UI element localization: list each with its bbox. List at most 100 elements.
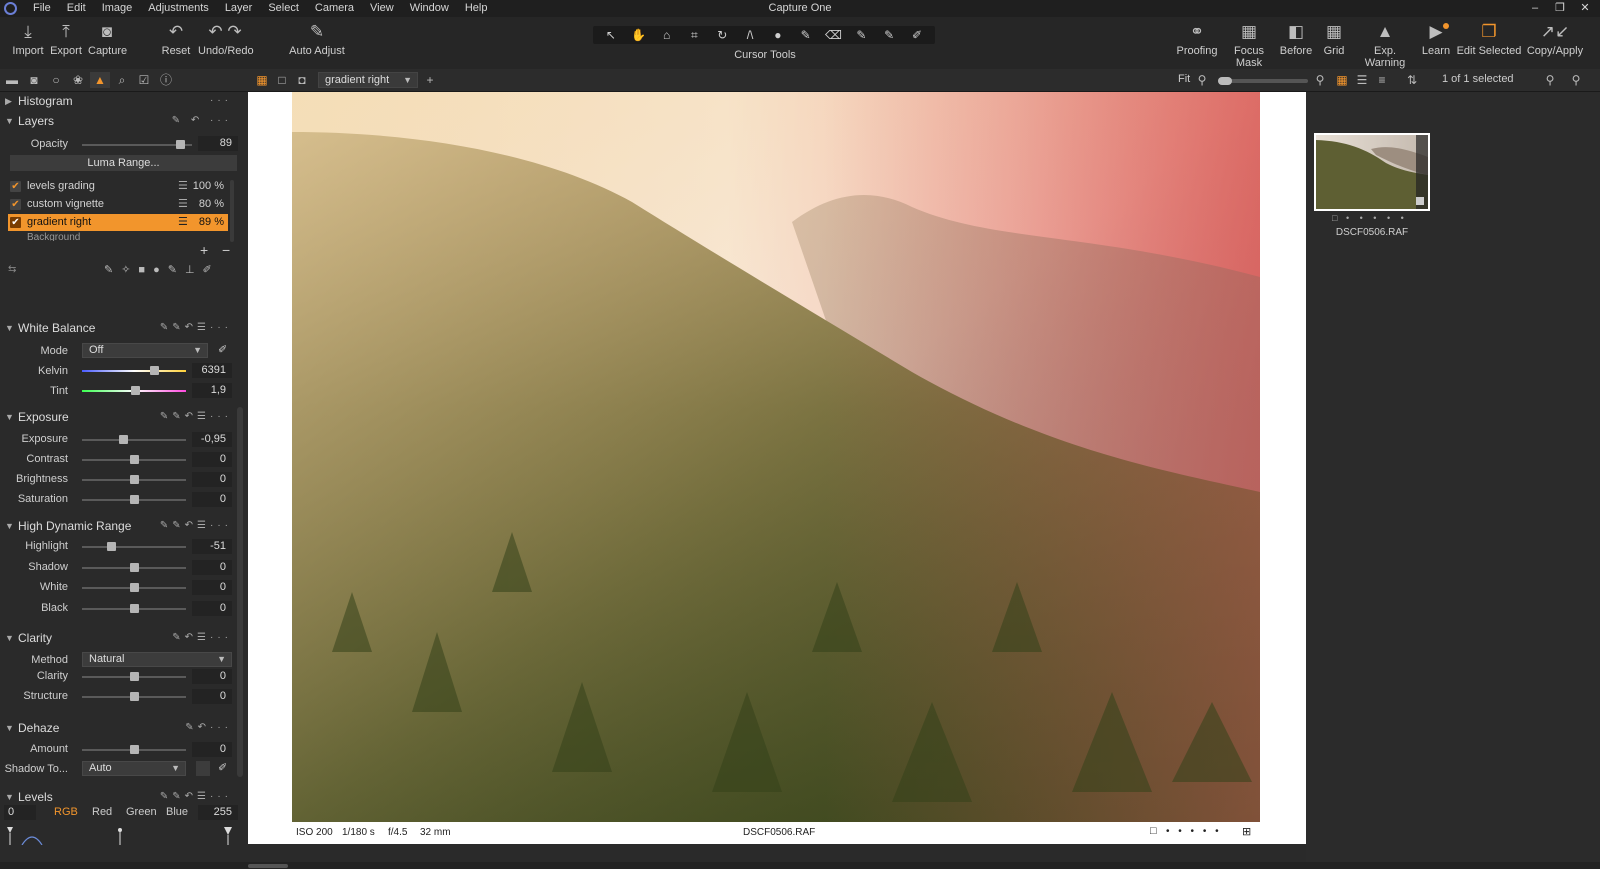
layer-item-background[interactable]: Background [8,232,228,241]
tool-header-icons[interactable]: ✎✎↶☰··· [160,319,232,337]
sort-icon[interactable]: ⇅ [1402,72,1422,88]
menu-select[interactable]: Select [260,0,307,17]
layer-item-levels-grading[interactable]: ✔ levels grading ☰ 100 % [8,178,228,195]
menu-adjustments[interactable]: Adjustments [140,0,217,17]
opacity-slider-thumb[interactable] [175,140,185,149]
linear-gradient-icon[interactable]: ✎ [850,28,872,42]
single-view-icon[interactable]: □ [272,72,292,88]
hdr-highlight-thumb[interactable] [107,542,117,551]
adjustments-tab-icon[interactable]: ☑ [134,72,154,88]
wb-mode-dropdown[interactable]: Off ▼ [82,343,208,358]
levels-header[interactable]: ▼ Levels ✎✎↶☰··· [0,788,240,806]
undo-redo-button[interactable]: ↶ ↷ Undo/Redo [198,21,254,57]
proofing-button[interactable]: ⚭ Proofing [1175,21,1219,57]
levels-histogram[interactable] [4,825,240,845]
select-cursor-icon[interactable]: ↖ [600,28,622,42]
hdr-white-thumb[interactable] [130,583,139,592]
wb-picker-icon[interactable]: ✐ [218,343,227,356]
dehaze-picker-icon[interactable]: ✐ [218,761,227,774]
hdr-shadow-value[interactable]: 0 [192,559,232,575]
exposure-tab-icon[interactable]: ▲ [90,72,110,88]
add-icon[interactable]: + [420,72,440,88]
kelvin-value[interactable]: 6391 [192,363,232,378]
layers-header[interactable]: ▼ Layers ✎ ↶ ··· [0,112,240,130]
viewer-rating-dots[interactable]: • • • • • [1166,826,1222,837]
hdr-highlight-value[interactable]: -51 [192,539,232,554]
layer-item-gradient-right[interactable]: ✔ gradient right ☰ 89 % [8,214,228,231]
reset-button[interactable]: ↶ Reset [160,21,192,57]
crop-icon[interactable]: ⌗ [683,28,705,43]
close-button[interactable]: ✕ [1574,0,1596,17]
kelvin-slider[interactable] [82,370,186,372]
hdr-highlight-slider[interactable] [82,546,186,548]
levels-channel-green[interactable]: Green [126,806,157,818]
clarity-method-dropdown[interactable]: Natural ▼ [82,652,232,667]
clarity-header[interactable]: ▼ Clarity ✎↶☰··· [0,629,240,647]
loupe-icon[interactable]: ⌂ [656,28,678,42]
spot-removal-icon[interactable]: ● [767,28,789,42]
eraser-icon[interactable]: ⌫ [823,28,845,42]
before-button[interactable]: ◧ Before [1278,21,1314,57]
layer-enabled-checkbox[interactable]: ✔ [10,217,21,228]
white-balance-header[interactable]: ▼ White Balance ✎✎↶☰··· [0,319,240,337]
thumb-rating-dots[interactable]: • • • • • [1346,213,1408,223]
dehaze-amount-value[interactable]: 0 [192,742,232,757]
layer-item-custom-vignette[interactable]: ✔ custom vignette ☰ 80 % [8,196,228,213]
brush-icon[interactable]: ✎ [795,28,817,42]
luma-range-button[interactable]: Luma Range... [10,155,237,171]
layer-select-dropdown[interactable]: gradient right ▼ [318,72,418,88]
exposure-exposure-value[interactable]: -0,95 [192,432,232,447]
details-tab-icon[interactable]: ⌕ [112,72,132,88]
photo-preview[interactable] [292,92,1260,822]
tint-value[interactable]: 1,9 [192,383,232,398]
hdr-header[interactable]: ▼ High Dynamic Range ✎✎↶☰··· [0,517,240,535]
grid-view-icon[interactable]: ▦ [252,72,272,88]
tool-header-icons[interactable]: ✎↶☰··· [172,629,232,647]
lens-tab-icon[interactable]: ○ [46,72,66,88]
color-tab-icon[interactable]: ❀ [68,72,88,88]
exposure-brightness-value[interactable]: 0 [192,472,232,487]
clarity-structure-thumb[interactable] [130,692,139,701]
clarity-clarity-thumb[interactable] [130,672,139,681]
clarity-structure-value[interactable]: 0 [192,689,232,704]
menu-help[interactable]: Help [457,0,496,17]
image-viewer[interactable]: ISO 200 1/180 s f/4.5 32 mm DSCF0506.RAF… [248,92,1306,844]
zoom-out-icon[interactable]: ⚲ [1192,72,1212,88]
zoom-slider[interactable] [1218,77,1308,85]
layer-adjust-icon[interactable]: ☰ [178,214,188,231]
tint-slider-thumb[interactable] [131,386,140,395]
hdr-black-thumb[interactable] [130,603,139,613]
browser-list-icon[interactable]: ☰ [1352,72,1372,88]
exposure-contrast-thumb[interactable] [130,455,139,464]
histogram-header[interactable]: ▶ Histogram ··· [0,92,240,110]
capture-tab-icon[interactable]: ◙ [24,72,44,88]
pan-hand-icon[interactable]: ✋ [628,28,650,42]
minimize-button[interactable]: – [1524,0,1546,17]
search-icon[interactable]: ⚲ [1566,72,1586,88]
learn-button[interactable]: ▶ Learn [1419,21,1453,57]
dehaze-shadow-dropdown[interactable]: Auto ▼ [82,761,186,776]
color-tag-box[interactable]: □ [1150,825,1157,837]
viewer-mode-icon[interactable]: ◘ [292,72,312,88]
levels-channel-red[interactable]: Red [92,806,112,818]
browser-filmstrip-icon[interactable]: ≡ [1372,72,1392,88]
levels-low-value[interactable]: 0 [4,805,36,820]
dehaze-amount-thumb[interactable] [130,745,139,754]
metadata-tab-icon[interactable]: ⓘ [156,72,176,88]
clarity-clarity-value[interactable]: 0 [192,669,232,684]
dehaze-color-swatch[interactable] [196,761,210,776]
levels-channel-rgb[interactable]: RGB [54,806,78,818]
menu-view[interactable]: View [362,0,402,17]
export-button[interactable]: ⤒ Export [50,21,82,57]
variant-icon[interactable]: ⊞ [1242,825,1251,838]
layer-adjust-icon[interactable]: ☰ [178,196,188,213]
library-tab-icon[interactable]: ▬ [2,72,22,88]
tool-header-icons[interactable]: ✎✎↶☰··· [160,517,232,535]
thumb-color-tag[interactable]: □ [1332,213,1337,223]
auto-adjust-button[interactable]: ✎ Auto Adjust [287,21,347,57]
layer-enabled-checkbox[interactable]: ✔ [10,181,21,192]
dehaze-header[interactable]: ▼ Dehaze ✎↶··· [0,719,240,737]
menu-edit[interactable]: Edit [59,0,94,17]
zoom-in-icon[interactable]: ⚲ [1310,72,1330,88]
kelvin-slider-thumb[interactable] [150,366,159,375]
